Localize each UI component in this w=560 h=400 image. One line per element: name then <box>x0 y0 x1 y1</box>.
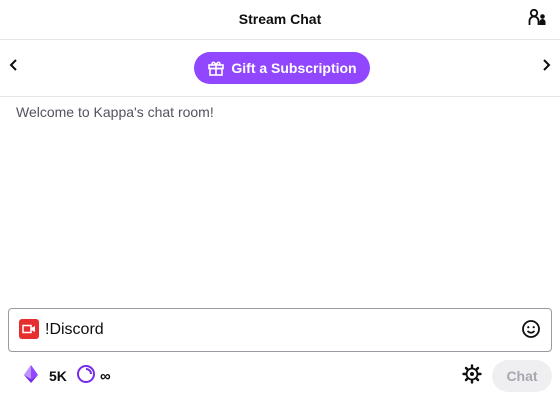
chevron-left-icon <box>7 58 21 77</box>
chat-input-box[interactable] <box>8 308 552 352</box>
gift-button-label: Gift a Subscription <box>231 60 357 76</box>
channel-points[interactable]: ∞ <box>76 364 111 389</box>
gift-subscription-button[interactable]: Gift a Subscription <box>194 52 370 84</box>
chat-message-input[interactable] <box>45 318 515 342</box>
channel-points-icon <box>76 364 96 389</box>
bits-count: 5K <box>49 368 67 384</box>
gear-icon <box>462 363 482 389</box>
welcome-message: Welcome to Kappa's chat room! <box>16 104 214 120</box>
next-button[interactable] <box>536 57 556 77</box>
chat-settings-button[interactable] <box>461 363 483 389</box>
users-icon <box>528 8 548 33</box>
chat-header: Stream Chat <box>0 0 560 40</box>
gift-icon <box>207 59 225 77</box>
chat-messages: Welcome to Kappa's chat room! <box>0 97 560 305</box>
community-button[interactable] <box>526 8 550 32</box>
previous-button[interactable] <box>4 57 24 77</box>
chevron-right-icon <box>539 58 553 77</box>
bits-icon <box>22 364 40 389</box>
smile-icon <box>521 319 541 344</box>
header-title: Stream Chat <box>238 11 322 27</box>
camera-icon <box>19 319 39 339</box>
emote-picker-button[interactable] <box>521 319 541 344</box>
points-count: ∞ <box>100 367 111 385</box>
chat-bottom-bar: 5K ∞ Chat <box>0 356 560 396</box>
stream-chat-app: Stream Chat Gift a Subscription Welcome … <box>0 0 560 400</box>
bits-balance[interactable]: 5K <box>22 364 67 389</box>
send-chat-button[interactable]: Chat <box>492 360 552 392</box>
gift-bar: Gift a Subscription <box>0 40 560 97</box>
